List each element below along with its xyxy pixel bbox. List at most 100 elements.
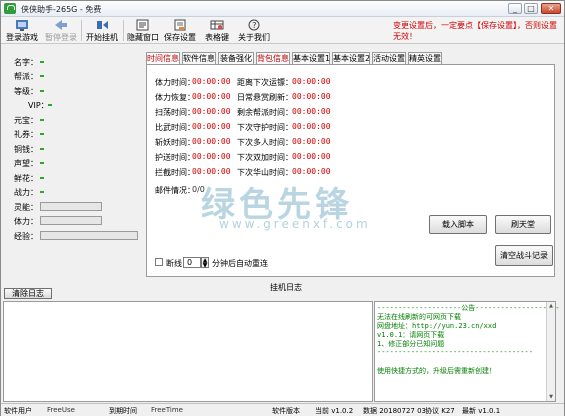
version-label: 软件版本 [272, 407, 300, 415]
user-value: FreeUse [47, 406, 75, 414]
clear-log-button[interactable]: 清除日志 [4, 288, 52, 299]
copper-label: 铜钱： [14, 145, 38, 154]
timer-label: 护送时间： [155, 153, 195, 162]
latest-version: 最新 v1.0.1 [462, 407, 501, 415]
timer-label: 体力恢复： [155, 93, 195, 102]
scroll-down-icon[interactable]: ▼ [548, 394, 554, 400]
vip-indicator [48, 104, 52, 106]
coupon-label: 礼券： [14, 130, 38, 139]
prestige-label: 声望： [14, 159, 38, 168]
timer-value: 00:00:00 [192, 77, 231, 86]
svg-text:?: ? [252, 21, 256, 30]
timer-value: 00:00:00 [292, 77, 331, 86]
login-icon [16, 20, 28, 31]
hide-window-icon [136, 19, 149, 31]
about-us-button[interactable]: ? 关于我们 [237, 18, 271, 43]
announce-scrollbar[interactable]: ▲ ▼ [546, 302, 555, 401]
timer-label: 下次多人时间： [237, 138, 293, 147]
timer-label: 体力时间： [155, 78, 195, 87]
timer-value: 00:00:00 [192, 167, 231, 176]
current-version: 当前 v1.0.2 [315, 407, 354, 415]
yuanbao-indicator [40, 119, 44, 121]
timer-label: 下次守护时间： [237, 123, 293, 132]
start-hangup-button[interactable]: 开始挂机 [85, 18, 119, 43]
timer-label: 拦截时间： [155, 168, 195, 177]
app-icon [4, 3, 16, 14]
clear-battle-log-button[interactable]: 清空战斗记录 [495, 245, 553, 266]
protocol-version: 协议 K27 [425, 407, 455, 415]
prestige-indicator [40, 162, 44, 164]
toolbar-separator [123, 20, 124, 41]
timer-label: 日常悬赏刷新： [237, 93, 293, 102]
table-key-button[interactable]: 表格键 [201, 18, 233, 43]
data-version: 数据 20180727 03 [363, 407, 426, 415]
guild-label: 帮派： [14, 72, 38, 81]
watermark-url: www.greenxf.com [219, 217, 371, 231]
copper-indicator [40, 148, 44, 150]
start-icon [97, 21, 108, 29]
toolbar: 登录游戏 暂停登录 开始挂机 隐藏窗口 保存设置 表格键 ? 关于我们 变更设置… [1, 17, 564, 44]
user-label: 软件用户 [4, 407, 32, 415]
spirit-bar [40, 202, 102, 211]
maximize-button[interactable]: □ [524, 3, 538, 14]
flowers-indicator [40, 177, 44, 179]
hangup-log-area [3, 301, 373, 402]
timer-value: 00:00:00 [192, 137, 231, 146]
minutes-stepper[interactable]: ▲ ▼ [201, 257, 209, 269]
auto-relogin-checkbox[interactable] [155, 258, 163, 266]
timer-value: 00:00:00 [292, 122, 331, 131]
minimize-button[interactable]: _ [508, 3, 522, 14]
close-button[interactable]: ✕ [541, 3, 561, 14]
announce-line: ------------------------------------- [377, 348, 533, 356]
main-window: 侠侠助手-265G - 免费 _ □ ✕ 登录游戏 暂停登录 开始挂机 隐藏窗口… [0, 0, 565, 416]
expire-value: FreeTime [151, 406, 183, 414]
guild-indicator [40, 75, 44, 77]
timer-value: 00:00:00 [292, 137, 331, 146]
timer-value: 00:00:00 [192, 92, 231, 101]
vip-label: VIP： [28, 101, 49, 110]
timer-label: 比武时间： [155, 123, 195, 132]
timer-value: 00:00:00 [292, 107, 331, 116]
timer-value: 00:00:00 [192, 122, 231, 131]
login-game-button[interactable]: 登录游戏 [5, 18, 39, 43]
toolbar-separator [81, 20, 82, 41]
power-label: 战力： [14, 188, 38, 197]
save-icon [174, 19, 186, 31]
log-title: 挂机日志 [270, 283, 302, 292]
name-label: 名字： [14, 58, 38, 67]
settings-notice: 变更设置后，一定要点【保存设置】，否则设置无效！ [393, 21, 557, 41]
status-bar: 软件用户 FreeUse 到期时间 FreeTime 软件版本 当前 v1.0.… [1, 403, 564, 416]
pause-login-icon [55, 20, 67, 30]
title-bar: 侠侠助手-265G - 免费 _ □ ✕ [1, 1, 564, 17]
announce-line: 使用快捷方式的，升级后需重新创建！ [377, 367, 496, 375]
auto-relogin-suffix: 分钟后自动重连 [212, 259, 268, 268]
stamina-label: 体力： [14, 217, 38, 226]
mail-label: 邮件情况： [155, 186, 195, 195]
load-script-button[interactable]: 载入脚本 [429, 215, 487, 234]
timer-value: 00:00:00 [292, 152, 331, 161]
about-icon: ? [248, 19, 260, 31]
flowers-label: 鲜花： [14, 174, 38, 183]
announcement-area: --------------------公告------------------… [374, 301, 560, 402]
window-title: 侠侠助手-265G - 免费 [21, 5, 102, 14]
exp-bar [40, 231, 138, 240]
timer-label: 距离下次运镖： [237, 78, 293, 87]
hide-window-button[interactable]: 隐藏窗口 [126, 18, 160, 43]
refresh-heaven-button[interactable]: 刷天堂 [495, 215, 551, 234]
save-settings-button[interactable]: 保存设置 [163, 18, 197, 43]
timer-value: 00:00:00 [192, 107, 231, 116]
yuanbao-label: 元宝： [14, 116, 38, 125]
auto-relogin-label: 断线 [166, 259, 182, 268]
level-indicator [40, 90, 44, 92]
coupon-indicator [40, 133, 44, 135]
character-info-panel: 名字： 帮派： 等级： VIP： 元宝： 礼券： 铜钱： 声望： 鲜花： 战力：… [3, 47, 141, 287]
scroll-up-icon[interactable]: ▲ [548, 303, 554, 309]
timer-label: 剩余帮派时间： [237, 108, 293, 117]
expire-label: 到期时间 [109, 407, 137, 415]
timer-value: 00:00:00 [292, 92, 331, 101]
pause-login-button[interactable]: 暂停登录 [44, 18, 78, 43]
relogin-minutes-input[interactable]: 0 [183, 257, 201, 268]
timer-label: 斩妖时间： [155, 138, 195, 147]
exp-label: 经验： [14, 232, 38, 241]
power-indicator [40, 191, 44, 193]
